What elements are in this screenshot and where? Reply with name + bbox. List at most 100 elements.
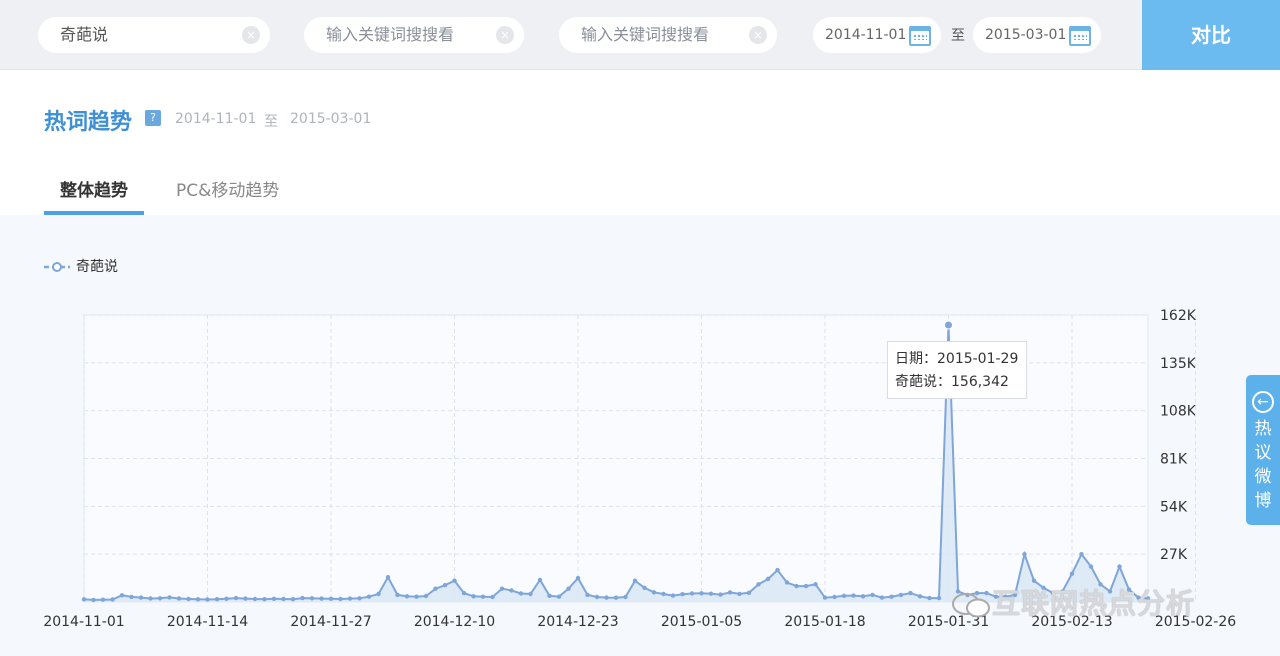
data-point bbox=[461, 590, 467, 596]
data-point bbox=[129, 594, 134, 600]
y-tick-label: 162K bbox=[1160, 308, 1197, 324]
hot-weibo-side-tab[interactable]: ← 热议微博 bbox=[1246, 375, 1280, 525]
x-tick-label: 2014-12-10 bbox=[414, 614, 495, 630]
data-point bbox=[537, 577, 543, 583]
tooltip-date: 日期：2015-01-29 bbox=[895, 351, 1019, 367]
data-point bbox=[604, 595, 609, 600]
data-point bbox=[851, 593, 856, 598]
data-point bbox=[499, 586, 505, 591]
data-point bbox=[822, 595, 828, 600]
data-point bbox=[661, 591, 666, 597]
data-point bbox=[186, 596, 191, 602]
data-point bbox=[243, 596, 248, 601]
tooltip-value: 奇葩说：156,342 bbox=[895, 374, 1009, 390]
chart-legend[interactable]: 奇葩说 bbox=[44, 256, 118, 276]
watermark-text: 互联网热点分析 bbox=[992, 587, 1196, 620]
data-point bbox=[813, 582, 818, 587]
data-point bbox=[347, 596, 353, 601]
data-point bbox=[1117, 564, 1122, 569]
arrow-left-icon: ← bbox=[1252, 391, 1274, 413]
data-point bbox=[1079, 552, 1084, 557]
data-point bbox=[423, 593, 429, 599]
data-point bbox=[670, 593, 676, 598]
data-point bbox=[841, 593, 847, 598]
data-point bbox=[395, 592, 400, 598]
data-point bbox=[623, 594, 628, 600]
legend-label: 奇葩说 bbox=[76, 259, 118, 275]
data-point bbox=[91, 597, 96, 603]
data-point bbox=[328, 596, 334, 601]
data-point bbox=[300, 595, 305, 601]
data-point bbox=[936, 595, 942, 601]
data-point bbox=[214, 597, 220, 602]
data-point bbox=[471, 594, 476, 599]
data-point bbox=[290, 597, 296, 602]
data-point bbox=[632, 578, 638, 583]
data-point bbox=[613, 595, 619, 600]
data-point bbox=[898, 592, 904, 598]
data-point bbox=[167, 595, 172, 600]
data-point bbox=[376, 591, 381, 597]
x-tick-label: 2015-01-05 bbox=[661, 614, 742, 630]
data-point bbox=[870, 592, 875, 598]
data-point bbox=[651, 590, 657, 595]
data-point bbox=[1022, 552, 1027, 557]
data-point bbox=[262, 597, 267, 602]
data-point bbox=[689, 591, 695, 596]
data-point bbox=[442, 583, 448, 588]
y-tick-label: 81K bbox=[1160, 452, 1188, 468]
data-point bbox=[195, 597, 201, 602]
data-point bbox=[708, 591, 714, 596]
y-tick-label: 27K bbox=[1160, 547, 1188, 563]
data-point bbox=[908, 590, 913, 596]
x-tick-label: 2014-12-23 bbox=[537, 614, 618, 630]
data-point bbox=[765, 576, 771, 582]
highlight-point bbox=[944, 320, 953, 330]
x-tick-label: 2014-11-27 bbox=[290, 614, 371, 630]
data-point bbox=[452, 578, 457, 583]
data-point bbox=[319, 596, 324, 601]
data-point bbox=[119, 593, 125, 598]
data-point bbox=[480, 594, 486, 599]
data-point bbox=[680, 592, 685, 597]
data-point bbox=[252, 596, 258, 602]
data-point bbox=[148, 596, 153, 601]
data-point bbox=[518, 591, 524, 596]
data-point bbox=[233, 595, 239, 601]
side-tab-label: 热议微博 bbox=[1254, 419, 1272, 511]
data-point bbox=[138, 595, 144, 600]
data-point bbox=[414, 594, 419, 599]
data-point bbox=[157, 596, 163, 601]
y-tick-label: 54K bbox=[1160, 499, 1188, 515]
x-tick-label: 2014-11-01 bbox=[43, 614, 124, 630]
data-point bbox=[547, 593, 552, 598]
data-point bbox=[699, 591, 704, 596]
data-point bbox=[832, 594, 837, 600]
data-point bbox=[433, 586, 438, 591]
data-point bbox=[110, 597, 115, 602]
data-point bbox=[357, 596, 362, 601]
wechat-icon bbox=[952, 593, 990, 618]
data-point bbox=[271, 596, 277, 601]
data-point bbox=[756, 582, 761, 587]
data-point bbox=[309, 596, 315, 601]
data-point bbox=[642, 585, 647, 590]
data-point bbox=[1069, 571, 1075, 576]
data-point bbox=[860, 594, 866, 599]
data-point bbox=[879, 595, 885, 600]
data-point bbox=[338, 596, 343, 602]
data-point bbox=[784, 580, 790, 585]
chart-tooltip: 日期：2015-01-29 奇葩说：156,342 bbox=[887, 341, 1027, 399]
y-tick-label: 135K bbox=[1160, 356, 1197, 372]
data-point bbox=[917, 594, 923, 599]
data-point bbox=[281, 596, 286, 602]
data-point bbox=[509, 588, 514, 593]
data-point bbox=[737, 591, 742, 597]
trend-chart: 162K 135K 108K 81K 54K 27K 2014-11-01 2014-11-1… bbox=[43, 308, 1236, 630]
data-point bbox=[746, 590, 752, 595]
data-point bbox=[803, 583, 809, 589]
data-point bbox=[176, 596, 182, 601]
data-point bbox=[775, 567, 780, 573]
data-point bbox=[205, 597, 210, 602]
data-point bbox=[224, 596, 229, 601]
